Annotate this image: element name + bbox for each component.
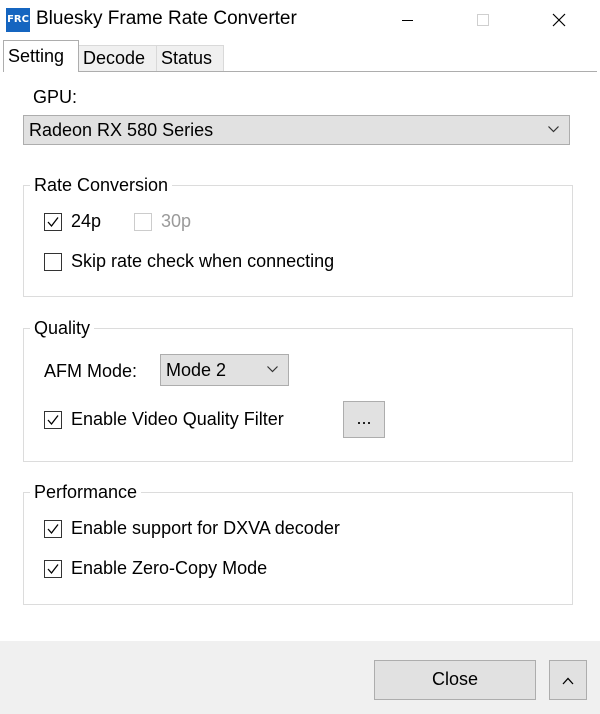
window-title: Bluesky Frame Rate Converter bbox=[36, 8, 297, 29]
chevron-up-icon bbox=[562, 677, 574, 685]
label-zero-copy[interactable]: Enable Zero-Copy Mode bbox=[71, 558, 267, 579]
check-icon bbox=[47, 415, 59, 426]
minimize-button[interactable] bbox=[384, 0, 430, 40]
close-icon bbox=[552, 13, 566, 27]
dialog-footer: Close bbox=[0, 641, 600, 714]
afm-mode-label: AFM Mode: bbox=[44, 361, 138, 381]
close-button[interactable]: Close bbox=[374, 660, 536, 700]
label-dxva[interactable]: Enable support for DXVA decoder bbox=[71, 518, 340, 539]
checkbox-24p[interactable] bbox=[44, 213, 62, 231]
gpu-select[interactable]: Radeon RX 580 Series bbox=[23, 115, 570, 145]
title-bar[interactable]: FRC Bluesky Frame Rate Converter bbox=[0, 0, 600, 40]
performance-group: Performance Enable support for DXVA deco… bbox=[23, 481, 573, 605]
minimize-icon bbox=[401, 19, 413, 21]
rate-conversion-group: Rate Conversion 24p 30p Skip rate check … bbox=[23, 174, 573, 297]
check-icon bbox=[47, 564, 59, 575]
check-icon bbox=[47, 524, 59, 535]
checkbox-video-quality-filter[interactable] bbox=[44, 411, 62, 429]
label-video-quality-filter[interactable]: Enable Video Quality Filter bbox=[71, 409, 284, 430]
checkbox-dxva[interactable] bbox=[44, 520, 62, 538]
app-icon: FRC bbox=[6, 8, 30, 32]
performance-title: Performance bbox=[30, 481, 142, 503]
chevron-down-icon bbox=[267, 355, 278, 385]
checkbox-30p bbox=[134, 213, 152, 231]
afm-mode-value: Mode 2 bbox=[166, 360, 227, 380]
label-skip-rate-check[interactable]: Skip rate check when connecting bbox=[71, 251, 334, 272]
filter-settings-button[interactable]: ... bbox=[343, 401, 385, 438]
tab-setting[interactable]: Setting bbox=[3, 40, 79, 72]
quality-title: Quality bbox=[30, 317, 95, 339]
close-window-button[interactable] bbox=[536, 0, 582, 40]
gpu-label: GPU: bbox=[33, 87, 78, 107]
maximize-button bbox=[460, 0, 506, 40]
rate-conversion-title: Rate Conversion bbox=[30, 174, 173, 196]
setting-panel: GPU: Radeon RX 580 Series Rate Conversio… bbox=[3, 71, 597, 641]
tab-decode[interactable]: Decode bbox=[78, 45, 157, 72]
label-24p[interactable]: 24p bbox=[71, 211, 101, 232]
label-30p: 30p bbox=[161, 211, 192, 231]
quality-group: Quality AFM Mode: Mode 2 Enable Video Qu… bbox=[23, 317, 573, 462]
checkbox-skip-rate-check[interactable] bbox=[44, 253, 62, 271]
gpu-select-value: Radeon RX 580 Series bbox=[29, 120, 214, 140]
tab-status[interactable]: Status bbox=[156, 45, 224, 72]
chevron-down-icon bbox=[548, 116, 559, 144]
maximize-icon bbox=[477, 14, 489, 26]
afm-mode-select[interactable]: Mode 2 bbox=[160, 354, 289, 386]
tab-strip: Setting Decode Status bbox=[0, 40, 600, 72]
expand-button[interactable] bbox=[549, 660, 587, 700]
checkbox-zero-copy[interactable] bbox=[44, 560, 62, 578]
check-icon bbox=[47, 217, 59, 228]
